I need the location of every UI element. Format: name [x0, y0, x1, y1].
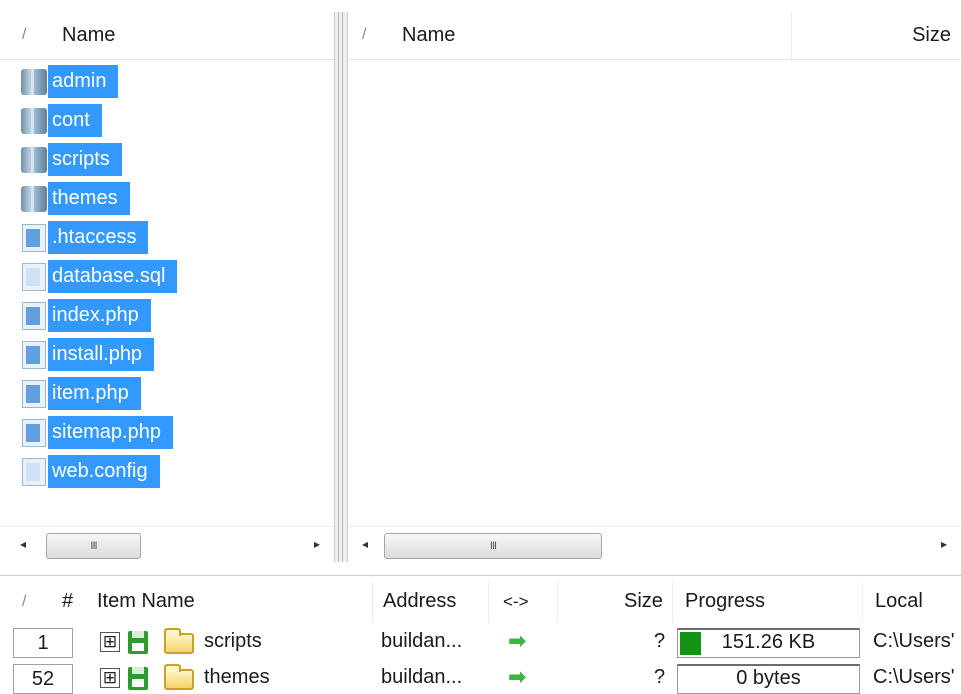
column-divider[interactable] [791, 12, 792, 60]
list-item[interactable]: scripts [0, 140, 177, 179]
list-item[interactable]: index.php [0, 296, 177, 335]
file-name[interactable]: index.php [48, 299, 151, 332]
num-column-header[interactable]: # [62, 590, 73, 613]
folder-icon [20, 65, 48, 99]
list-item[interactable]: install.php [0, 335, 177, 374]
transfer-queue: / # Item Name Address <-> Size Progress … [0, 575, 961, 694]
save-icon [128, 667, 148, 690]
item-size: ? [654, 666, 666, 688]
sort-indicator[interactable]: / [362, 26, 366, 44]
item-name: scripts [204, 630, 262, 652]
name-column-header[interactable]: Name [62, 24, 115, 47]
list-item[interactable]: cont [0, 101, 177, 140]
item-name: themes [204, 666, 270, 688]
local-file-list: admin cont scripts themes .htaccess data… [0, 62, 178, 491]
local-file-pane: / Name admin cont scripts themes .htacce… [0, 12, 335, 562]
item-address: buildan... [381, 630, 463, 652]
file-name[interactable]: web.config [48, 455, 160, 488]
queue-number: 52 [13, 664, 73, 694]
folder-icon [20, 143, 48, 177]
horizontal-scrollbar[interactable]: ◂ III ▸ [348, 526, 961, 562]
local-path: C:\Users' [873, 630, 955, 652]
scroll-left-icon[interactable]: ◂ [20, 537, 26, 551]
address-column-header[interactable]: Address [383, 590, 456, 613]
file-name[interactable]: cont [48, 104, 102, 137]
progress-bar: 151.26 KB [677, 628, 860, 658]
item-address: buildan... [381, 666, 463, 688]
folder-icon [20, 182, 48, 216]
file-name[interactable]: .htaccess [48, 221, 149, 254]
file-name[interactable]: scripts [48, 143, 122, 176]
remote-file-pane: / Name Size ◂ III ▸ [347, 12, 961, 562]
list-item[interactable]: database.sql [0, 257, 178, 296]
file-name[interactable]: item.php [48, 377, 141, 410]
progress-bar: 0 bytes [677, 664, 860, 694]
scroll-right-icon[interactable]: ▸ [941, 537, 947, 551]
progress-text: 151.26 KB [721, 631, 816, 653]
file-name[interactable]: sitemap.php [48, 416, 173, 449]
save-icon [128, 631, 148, 654]
list-item[interactable]: web.config [0, 452, 177, 491]
size-column-header[interactable]: Size [912, 24, 951, 47]
list-item[interactable]: .htaccess [0, 218, 177, 257]
column-divider[interactable] [557, 582, 558, 622]
upload-arrow-icon: ➡ [508, 628, 527, 653]
file-name[interactable]: admin [48, 65, 119, 98]
queue-header: / # Item Name Address <-> Size Progress … [0, 576, 961, 626]
file-name[interactable]: database.sql [48, 260, 178, 293]
pane-splitter[interactable] [335, 12, 347, 562]
direction-column-header[interactable]: <-> [503, 592, 529, 612]
table-row[interactable]: 1 ⊞ scripts buildan... ➡ ? 151.26 KB C:\… [0, 628, 961, 658]
item-size: ? [654, 630, 666, 652]
expand-icon[interactable]: ⊞ [100, 632, 120, 652]
folder-icon [20, 104, 48, 138]
file-icon [20, 377, 48, 411]
expand-icon[interactable]: ⊞ [100, 668, 120, 688]
file-icon [20, 221, 48, 255]
folder-icon [164, 664, 194, 690]
file-name[interactable]: install.php [48, 338, 155, 371]
scroll-thumb[interactable]: III [384, 533, 602, 559]
local-column-header[interactable]: Local [875, 590, 923, 613]
local-path: C:\Users' [873, 666, 955, 688]
scroll-right-icon[interactable]: ▸ [314, 537, 320, 551]
column-divider[interactable] [372, 582, 373, 622]
sort-indicator[interactable]: / [22, 26, 26, 44]
list-item[interactable]: themes [0, 179, 177, 218]
remote-column-header: / Name Size [348, 12, 961, 60]
list-item[interactable]: item.php [0, 374, 177, 413]
progress-column-header[interactable]: Progress [685, 590, 765, 613]
name-column-header[interactable]: Name [402, 24, 455, 47]
scroll-thumb[interactable]: III [46, 533, 141, 559]
file-icon [20, 416, 48, 450]
column-divider[interactable] [862, 582, 863, 622]
list-item[interactable]: sitemap.php [0, 413, 177, 452]
file-name[interactable]: themes [48, 182, 130, 215]
file-icon [20, 299, 48, 333]
file-icon [20, 338, 48, 372]
file-icon [20, 455, 48, 489]
size-column-header[interactable]: Size [624, 590, 663, 613]
table-row[interactable]: 52 ⊞ themes buildan... ➡ ? 0 bytes C:\Us… [0, 664, 961, 694]
scroll-left-icon[interactable]: ◂ [362, 537, 368, 551]
horizontal-scrollbar[interactable]: ◂ III ▸ [0, 526, 334, 562]
column-divider[interactable] [488, 582, 489, 622]
folder-icon [164, 628, 194, 654]
sort-indicator[interactable]: / [22, 593, 26, 611]
local-column-header: / Name [0, 12, 334, 60]
item-name-column-header[interactable]: Item Name [97, 590, 195, 613]
list-item[interactable]: admin [0, 62, 177, 101]
upload-arrow-icon: ➡ [508, 664, 527, 689]
queue-number: 1 [13, 628, 73, 658]
file-icon [20, 260, 48, 294]
column-divider[interactable] [672, 582, 673, 622]
progress-text: 0 bytes [736, 667, 801, 689]
